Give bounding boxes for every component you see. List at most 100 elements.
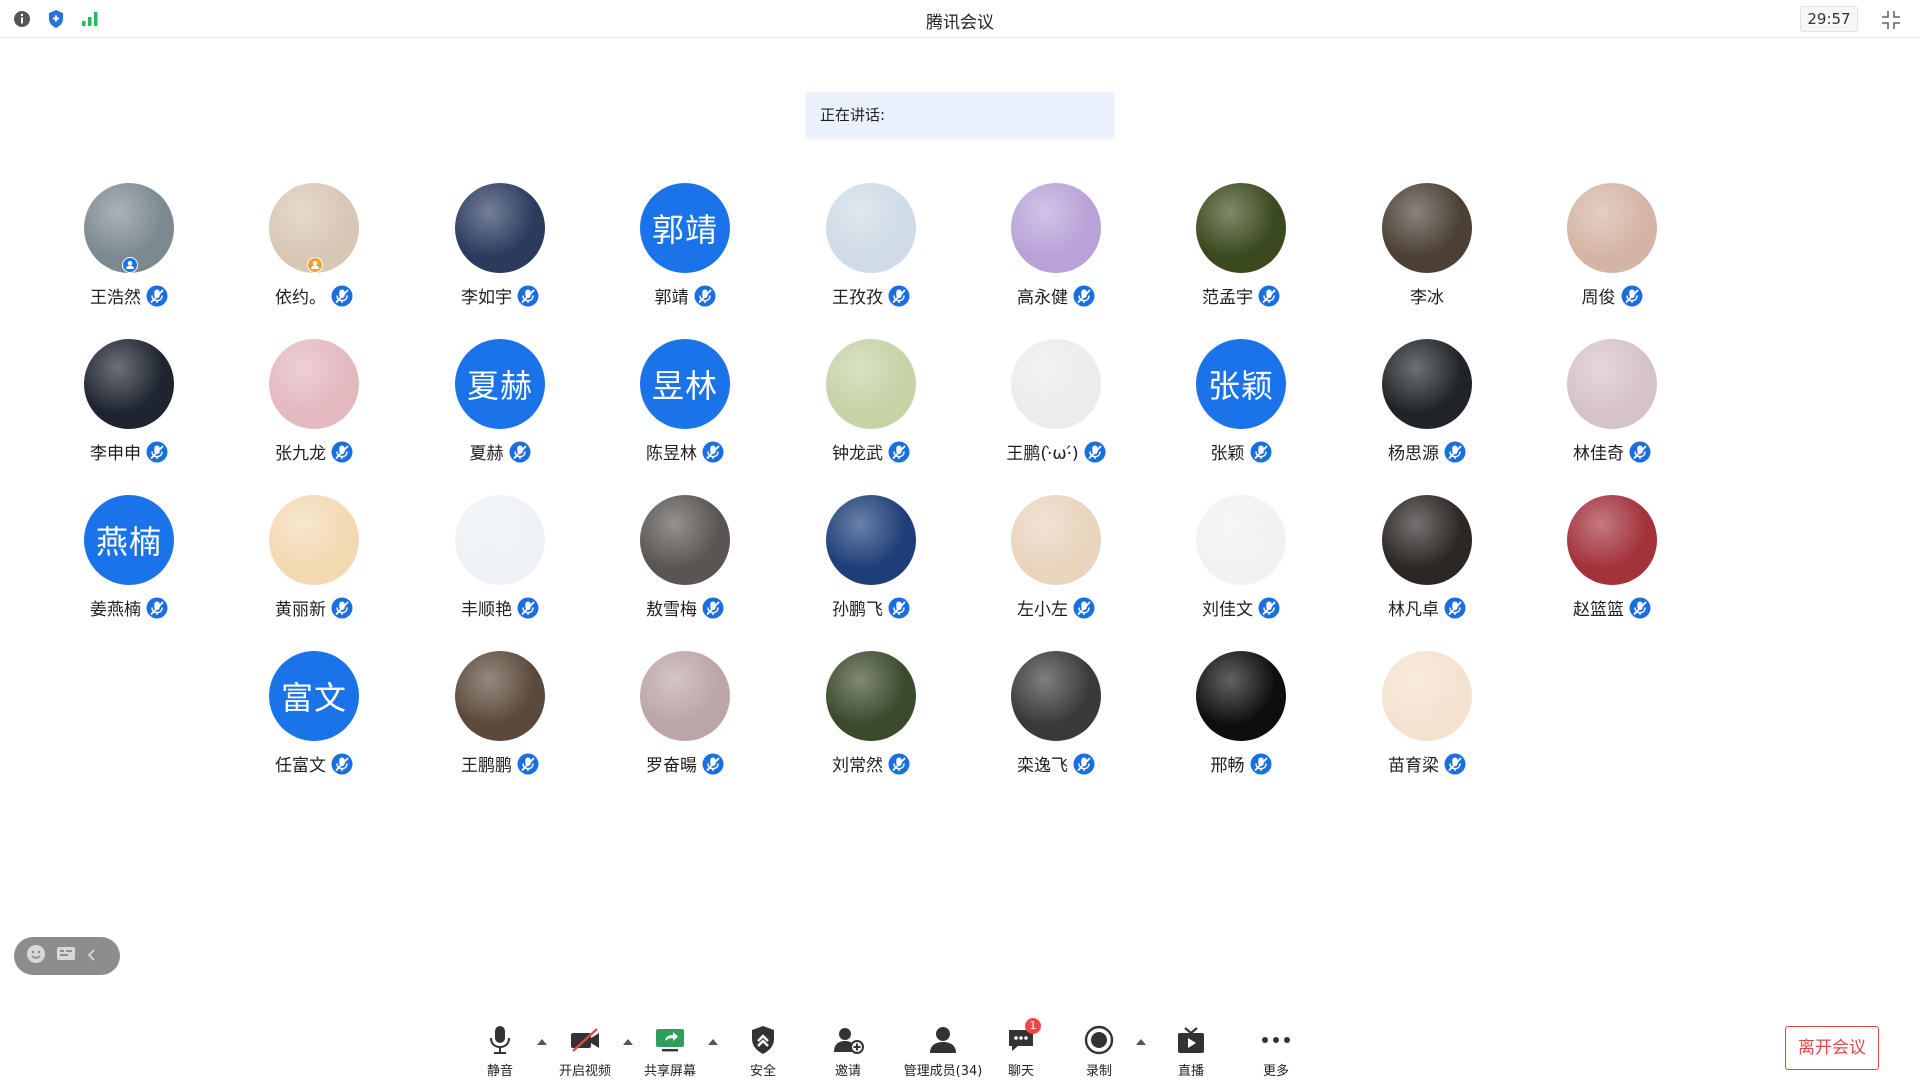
participant-tile[interactable]: 刘佳文 — [1156, 495, 1326, 625]
avatar — [455, 495, 545, 585]
participant-tile[interactable]: 苗育梁 — [1342, 651, 1512, 781]
share-options-caret-icon[interactable] — [707, 1032, 719, 1045]
participant-tile[interactable]: 周俊 — [1527, 183, 1697, 313]
leave-meeting-button[interactable]: 离开会议 — [1785, 1026, 1879, 1070]
participant-tile[interactable]: 栾逸飞 — [971, 651, 1141, 781]
participant-name: 林凡卓 — [1388, 600, 1439, 620]
participant-name: 敖雪梅 — [646, 600, 697, 620]
participant-tile[interactable]: 王孜孜 — [786, 183, 956, 313]
participant-tile[interactable]: 罗奋暘 — [600, 651, 770, 781]
host-badge-icon — [122, 257, 138, 273]
participant-name: 张颖 — [1210, 444, 1245, 464]
share-screen-button[interactable]: 共享屏幕 — [630, 1024, 710, 1080]
participant-tile[interactable]: 丰顺艳 — [415, 495, 585, 625]
security-shield-icon — [747, 1024, 779, 1056]
more-button[interactable]: 更多 — [1236, 1024, 1316, 1080]
mic-muted-icon — [331, 285, 353, 307]
mic-muted-icon — [1073, 597, 1095, 619]
participant-name: 王浩然 — [90, 288, 141, 308]
participant-name: 李冰 — [1410, 288, 1444, 308]
participant-tile[interactable]: 郭靖 郭靖 — [600, 183, 770, 313]
participant-name: 夏赫 — [469, 444, 504, 464]
avatar — [84, 339, 174, 429]
participant-tile[interactable]: 燕楠 姜燕楠 — [44, 495, 214, 625]
participant-tile[interactable]: 赵篮篮 — [1527, 495, 1697, 625]
live-stream-button[interactable]: 直播 — [1151, 1024, 1231, 1080]
mute-button[interactable]: 静音 — [460, 1024, 540, 1080]
participant-name: 刘常然 — [832, 756, 883, 776]
participant-tile[interactable]: 孙鹏飞 — [786, 495, 956, 625]
manage-members-button[interactable]: 管理成员(34) — [893, 1024, 993, 1080]
participant-name: 钟龙武 — [832, 444, 883, 464]
invite-label: 邀请 — [834, 1064, 861, 1079]
danmaku-icon[interactable] — [56, 945, 76, 967]
chat-label: 聊天 — [1007, 1064, 1034, 1079]
participant-tile[interactable]: 张九龙 — [229, 339, 399, 469]
participant-tile[interactable]: 王浩然 — [44, 183, 214, 313]
emoji-icon[interactable] — [26, 944, 46, 968]
record-options-caret-icon[interactable] — [1135, 1032, 1147, 1045]
participant-tile[interactable]: 敖雪梅 — [600, 495, 770, 625]
collapse-chevron-icon[interactable] — [86, 947, 98, 966]
participant-name-row: 李冰 — [1342, 283, 1512, 308]
mic-muted-icon — [888, 441, 910, 463]
chat-button[interactable]: 1 聊天 — [981, 1018, 1061, 1080]
mic-muted-icon — [1629, 441, 1651, 463]
participant-tile[interactable]: 林佳奇 — [1527, 339, 1697, 469]
participant-name-row: 陈昱林 — [600, 439, 770, 464]
security-button[interactable]: 安全 — [723, 1024, 803, 1080]
invite-button[interactable]: 邀请 — [808, 1024, 888, 1080]
cohost-badge-icon — [307, 257, 323, 273]
participant-name: 王孜孜 — [832, 288, 883, 308]
participant-tile[interactable]: 左小左 — [971, 495, 1141, 625]
participant-tile[interactable]: 王鹏鹏 — [415, 651, 585, 781]
participant-tile[interactable]: 高永健 — [971, 183, 1141, 313]
mic-muted-icon — [517, 597, 539, 619]
participant-tile[interactable]: 李如宇 — [415, 183, 585, 313]
participant-name-row: 周俊 — [1527, 283, 1697, 308]
record-button[interactable]: 录制 — [1059, 1024, 1139, 1080]
participant-name-row: 任富文 — [229, 751, 399, 776]
participant-tile[interactable]: 张颖 张颖 — [1156, 339, 1326, 469]
participant-name-row: 苗育梁 — [1342, 751, 1512, 776]
mic-muted-icon — [146, 285, 168, 307]
mic-muted-icon — [888, 285, 910, 307]
start-video-button[interactable]: 开启视频 — [545, 1024, 625, 1080]
participant-name-row: 刘佳文 — [1156, 595, 1326, 620]
participant-tile[interactable]: 黄丽新 — [229, 495, 399, 625]
participant-tile[interactable]: 李冰 — [1342, 183, 1512, 313]
live-label: 直播 — [1177, 1064, 1204, 1079]
participant-tile[interactable]: 王鹏(·̀ω·́) — [971, 339, 1141, 469]
participant-tile[interactable]: 杨思源 — [1342, 339, 1512, 469]
participant-tile[interactable]: 刘常然 — [786, 651, 956, 781]
avatar: 燕楠 — [84, 495, 174, 585]
reaction-pill[interactable] — [14, 937, 120, 975]
avatar — [455, 651, 545, 741]
participant-name-row: 张九龙 — [229, 439, 399, 464]
mic-muted-icon — [1073, 285, 1095, 307]
participant-name: 王鹏鹏 — [461, 756, 512, 776]
participant-tile[interactable]: 昱林 陈昱林 — [600, 339, 770, 469]
avatar: 夏赫 — [455, 339, 545, 429]
participant-tile[interactable]: 邢畅 — [1156, 651, 1326, 781]
share-label: 共享屏幕 — [643, 1064, 696, 1079]
participant-grid: 王浩然 依约。 李如宇 郭靖 郭靖 王孜孜 高永健 范孟宇 李冰 周俊 李申申 张九龙 夏赫 夏赫 昱林 陈昱… — [0, 0, 1920, 1080]
participant-tile[interactable]: 富文 任富文 — [229, 651, 399, 781]
participant-name: 左小左 — [1017, 600, 1068, 620]
participant-tile[interactable]: 夏赫 夏赫 — [415, 339, 585, 469]
participant-tile[interactable]: 范孟宇 — [1156, 183, 1326, 313]
camera-off-icon — [569, 1024, 601, 1056]
participant-name-row: 夏赫 — [415, 439, 585, 464]
avatar — [826, 339, 916, 429]
participant-name: 刘佳文 — [1202, 600, 1253, 620]
participant-tile[interactable]: 李申申 — [44, 339, 214, 469]
chat-unread-badge: 1 — [1025, 1018, 1041, 1034]
mic-muted-icon — [517, 753, 539, 775]
participant-tile[interactable]: 依约。 — [229, 183, 399, 313]
avatar — [826, 495, 916, 585]
mic-muted-icon — [702, 441, 724, 463]
avatar — [1567, 339, 1657, 429]
participant-tile[interactable]: 林凡卓 — [1342, 495, 1512, 625]
participant-tile[interactable]: 钟龙武 — [786, 339, 956, 469]
members-icon — [927, 1024, 959, 1056]
